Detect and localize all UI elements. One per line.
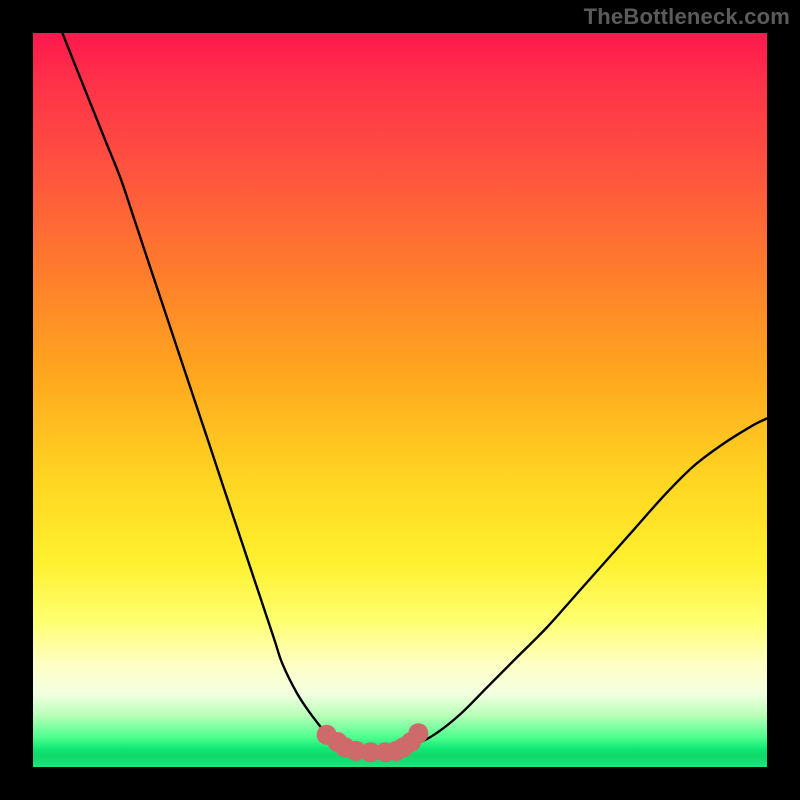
- bottleneck-curve-path: [62, 33, 767, 753]
- curve-marker: [408, 723, 428, 743]
- chart-plot-area: [33, 33, 767, 767]
- chart-svg: [33, 33, 767, 767]
- marker-group: [317, 723, 429, 762]
- watermark-text: TheBottleneck.com: [584, 4, 790, 30]
- chart-frame: TheBottleneck.com: [0, 0, 800, 800]
